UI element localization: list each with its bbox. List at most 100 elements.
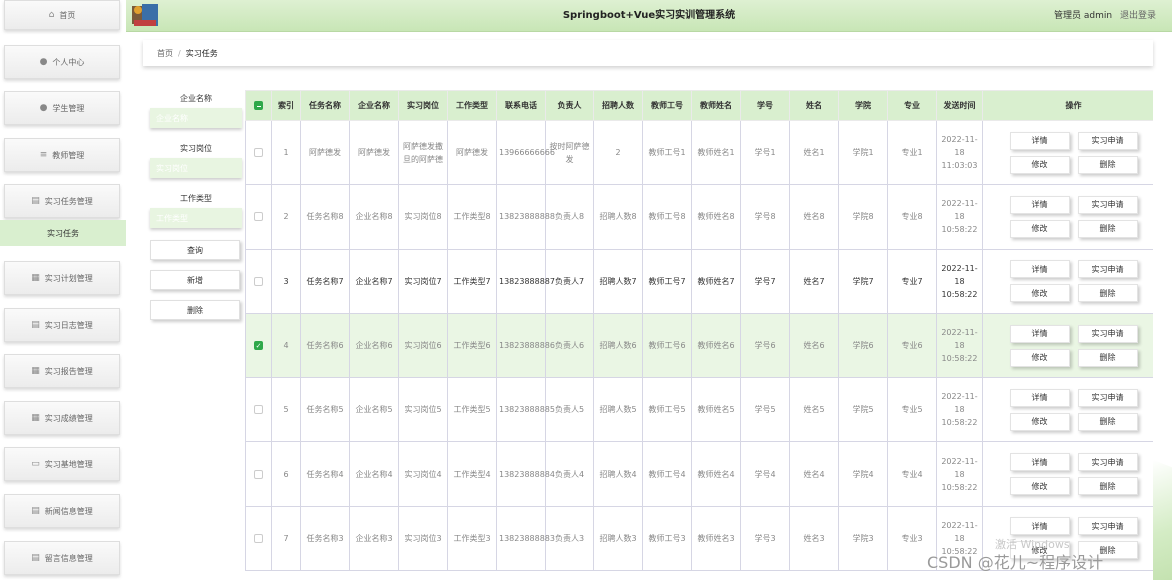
edit-button[interactable]: 修改 xyxy=(1009,219,1070,238)
select-all-checkbox[interactable] xyxy=(254,101,263,110)
cell-sno: 学号5 xyxy=(740,377,790,443)
sidebar-subitem-task[interactable]: 实习任务 xyxy=(0,220,126,246)
delete-button[interactable]: 删除 xyxy=(1077,477,1138,496)
sidebar-item-profile[interactable]: ● 个人中心 xyxy=(4,45,120,79)
sidebar-item-task-mgmt[interactable]: ▤ 实习任务管理 xyxy=(4,184,120,218)
delete-button[interactable]: 删除 xyxy=(1077,284,1138,303)
sidebar-item-teachers[interactable]: ≡ 教师管理 xyxy=(4,138,120,172)
cell-type: 工作类型3 xyxy=(447,505,497,572)
sidebar-item-news[interactable]: ▤ 新闻信息管理 xyxy=(4,494,120,528)
row-select-cell[interactable]: ✓ xyxy=(245,312,272,379)
detail-button[interactable]: 详情 xyxy=(1009,324,1070,343)
query-button[interactable]: 查询 xyxy=(150,240,240,260)
worktype-input[interactable] xyxy=(150,208,242,228)
breadcrumb-separator: / xyxy=(178,48,181,58)
sidebar-item-log[interactable]: ▤ 实习日志管理 xyxy=(4,308,120,342)
grid-icon: ▦ xyxy=(31,413,40,423)
cell-index: 3 xyxy=(271,248,301,314)
delete-button[interactable]: 删除 xyxy=(1077,219,1138,238)
batch-delete-button[interactable]: 删除 xyxy=(150,300,240,320)
document-icon: ▤ xyxy=(31,320,40,330)
row-select-cell[interactable] xyxy=(245,184,272,250)
add-button[interactable]: 新增 xyxy=(150,270,240,290)
logout-link[interactable]: 退出登录 xyxy=(1120,11,1156,21)
cell-index: 1 xyxy=(271,119,301,186)
sidebar-item-label: 实习任务管理 xyxy=(44,196,93,206)
cell-sname: 姓名1 xyxy=(789,119,839,186)
detail-button[interactable]: 详情 xyxy=(1009,388,1070,407)
apply-button[interactable]: 实习申请 xyxy=(1077,195,1138,214)
cell-teacher-no: 教师工号8 xyxy=(642,184,692,250)
apply-button[interactable]: 实习申请 xyxy=(1077,131,1138,150)
select-all-cell[interactable] xyxy=(245,90,272,121)
edit-button[interactable]: 修改 xyxy=(1009,412,1070,431)
cell-company: 企业名称7 xyxy=(349,248,399,314)
cell-time: 2022-11-18 10:58:22 xyxy=(936,441,983,507)
row-checkbox[interactable] xyxy=(254,148,263,158)
cell-task: 阿萨德发 xyxy=(300,119,350,186)
delete-button[interactable]: 删除 xyxy=(1077,348,1138,367)
cell-teacher-name: 教师姓名6 xyxy=(691,312,741,379)
sidebar-item-report[interactable]: ▦ 实习报告管理 xyxy=(4,354,120,388)
row-checkbox[interactable] xyxy=(254,469,263,479)
row-select-cell[interactable] xyxy=(245,505,272,572)
detail-button[interactable]: 详情 xyxy=(1009,453,1070,472)
cell-type: 工作类型7 xyxy=(447,248,497,314)
sidebar-item-message[interactable]: ▤ 留言信息管理 xyxy=(4,541,120,575)
user-info: 管理员 admin 退出登录 xyxy=(1054,0,1156,32)
cell-count: 2 xyxy=(593,119,643,186)
row-checkbox[interactable]: ✓ xyxy=(254,341,263,351)
detail-button[interactable]: 详情 xyxy=(1009,131,1070,150)
edit-button[interactable]: 修改 xyxy=(1009,477,1070,496)
cell-college: 学院4 xyxy=(838,441,888,507)
cell-phone: 13966666666 xyxy=(496,119,555,186)
edit-button[interactable]: 修改 xyxy=(1009,284,1070,303)
apply-button[interactable]: 实习申请 xyxy=(1077,260,1138,279)
apply-button[interactable]: 实习申请 xyxy=(1077,324,1138,343)
sidebar-item-base[interactable]: ▭ 实习基地管理 xyxy=(4,447,120,481)
row-select-cell[interactable] xyxy=(245,248,272,314)
apply-button[interactable]: 实习申请 xyxy=(1077,453,1138,472)
sidebar-item-plan[interactable]: ▦ 实习计划管理 xyxy=(4,261,120,295)
row-select-cell[interactable] xyxy=(245,377,272,443)
cell-teacher-name: 教师姓名8 xyxy=(691,184,741,250)
table-row: 5 任务名称5 企业名称5 实习岗位5 工作类型5 13823888885 负责人5 招聘人数… xyxy=(245,377,1153,443)
breadcrumb-home[interactable]: 首页 xyxy=(157,48,173,59)
cell-teacher-name: 教师姓名7 xyxy=(691,248,741,314)
sidebar-item-home[interactable]: ⌂ 首页 xyxy=(4,0,120,30)
table-row: ✓ 4 任务名称6 企业名称6 实习岗位6 工作类型6 13823888886 负责人6 招聘人… xyxy=(245,312,1153,379)
cell-phone: 13823888887 xyxy=(496,248,555,314)
document-icon: ▤ xyxy=(31,553,40,563)
cell-task: 任务名称4 xyxy=(300,441,350,507)
delete-button[interactable]: 删除 xyxy=(1077,155,1138,174)
company-input[interactable] xyxy=(150,108,242,128)
row-checkbox[interactable] xyxy=(254,212,263,222)
edit-button[interactable]: 修改 xyxy=(1009,348,1070,367)
cell-task: 任务名称6 xyxy=(300,312,350,379)
post-input[interactable] xyxy=(150,158,242,178)
cell-major: 专业8 xyxy=(887,184,937,250)
sidebar-item-score[interactable]: ▦ 实习成绩管理 xyxy=(4,401,120,435)
cell-teacher-no: 教师工号3 xyxy=(642,505,692,572)
detail-button[interactable]: 详情 xyxy=(1009,260,1070,279)
delete-button[interactable]: 删除 xyxy=(1077,412,1138,431)
row-select-cell[interactable] xyxy=(245,119,272,186)
cell-index: 5 xyxy=(271,377,301,443)
apply-button[interactable]: 实习申请 xyxy=(1077,388,1138,407)
cell-company: 阿萨德发 xyxy=(349,119,399,186)
sidebar-item-students[interactable]: ● 学生管理 xyxy=(4,91,120,125)
sidebar-item-label: 留言信息管理 xyxy=(44,553,93,563)
detail-button[interactable]: 详情 xyxy=(1009,517,1070,536)
col-header: 索引 xyxy=(271,90,301,121)
row-checkbox[interactable] xyxy=(254,405,263,415)
detail-button[interactable]: 详情 xyxy=(1009,195,1070,214)
sidebar-item-label: 新闻信息管理 xyxy=(44,506,93,516)
row-checkbox[interactable] xyxy=(254,276,263,286)
row-checkbox[interactable] xyxy=(254,533,263,543)
edit-button[interactable]: 修改 xyxy=(1009,155,1070,174)
monitor-icon: ▭ xyxy=(31,459,40,469)
cell-post: 实习岗位3 xyxy=(398,505,448,572)
col-header: 招聘人数 xyxy=(593,90,643,121)
row-select-cell[interactable] xyxy=(245,441,272,507)
apply-button[interactable]: 实习申请 xyxy=(1077,517,1138,536)
